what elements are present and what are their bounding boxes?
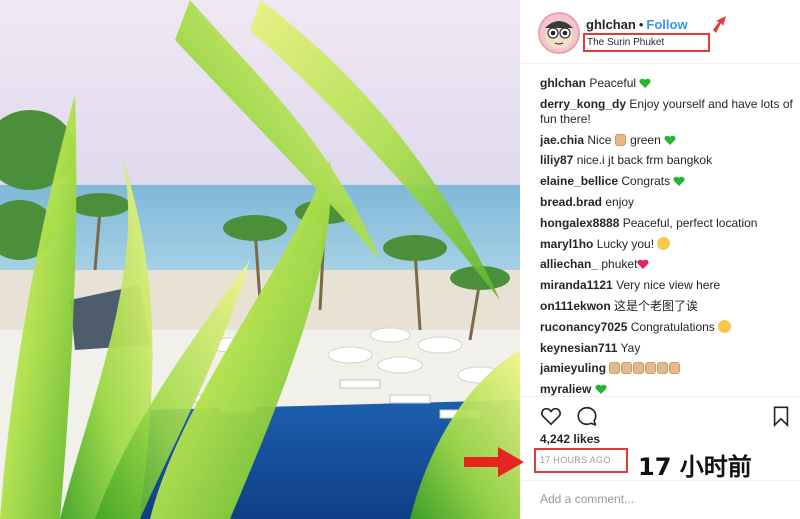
comment-username[interactable]: maryl1ho — [540, 237, 593, 251]
bookmark-icon[interactable] — [770, 405, 792, 427]
thumbs-up-icon — [621, 362, 633, 375]
thumbs-up-icon — [645, 362, 657, 375]
comment-item: myraliew — [540, 382, 795, 396]
sunglasses-face-icon — [657, 236, 671, 250]
green-heart-icon — [639, 78, 651, 88]
thumbs-up-icon — [614, 133, 626, 146]
green-heart-icon — [595, 384, 607, 395]
smiling-face-icon — [718, 319, 732, 333]
comment-item: ghlchan Peaceful — [540, 76, 795, 91]
comment-text: Peaceful — [589, 76, 640, 90]
comment-text: Nice — [587, 132, 615, 147]
comment-username[interactable]: elaine_bellice — [540, 174, 618, 188]
likes-count[interactable]: 4,242 likes — [540, 432, 600, 446]
green-heart-icon — [673, 176, 685, 187]
comment-username[interactable]: on111ekwon — [540, 299, 611, 313]
annotation-arrow-icon — [713, 16, 726, 33]
comment-item: liliy87 nice.i jt back frm bangkok — [540, 153, 795, 168]
annotation-arrow-icon — [464, 447, 524, 477]
resort-photo-illustration — [0, 0, 520, 519]
comment-item: on111ekwon 这是个老图了诶 — [540, 299, 795, 314]
comment-text: Lucky you! — [596, 236, 658, 251]
comment-username[interactable]: alliechan_ — [540, 257, 598, 271]
comment-item: keynesian711 Yay — [540, 341, 795, 356]
green-heart-icon — [664, 135, 676, 145]
comment-text: Very nice view here — [616, 278, 721, 293]
comment-username[interactable]: jae.chia — [540, 133, 584, 147]
post-username[interactable]: ghlchan — [586, 17, 636, 32]
comment-text: Yay — [620, 340, 641, 355]
comment-username[interactable]: keynesian711 — [540, 341, 617, 355]
add-comment-area — [520, 480, 800, 519]
comment-text: Congrats — [621, 174, 674, 189]
post-photo[interactable] — [0, 0, 520, 519]
timestamp-annotation: 17 小时前 — [638, 453, 752, 481]
speech-bubble-icon[interactable] — [576, 405, 598, 427]
post-timestamp[interactable]: 17 HOURS AGO — [534, 448, 628, 473]
comment-item: alliechan_ phuket — [540, 257, 795, 272]
comment-text: Peaceful, perfect location — [622, 215, 758, 230]
comment-text: Congratulations — [630, 319, 719, 334]
comment-username[interactable]: bread.brad — [540, 195, 602, 209]
username-row: ghlchan • Follow — [586, 17, 688, 32]
comment-username[interactable]: liliy87 — [540, 153, 573, 167]
follow-button[interactable]: Follow — [646, 17, 687, 32]
add-comment-input[interactable] — [540, 489, 780, 509]
comment-text: enjoy — [605, 194, 635, 209]
comment-username[interactable]: hongalex8888 — [540, 216, 619, 230]
comment-username[interactable]: ruconancy7025 — [540, 320, 627, 334]
location-link[interactable]: The Surin Phuket — [583, 33, 710, 52]
thumbs-up-icon — [609, 362, 621, 375]
post-header: ghlchan • Follow The Surin Phuket — [520, 0, 800, 64]
comment-username[interactable]: myraliew — [540, 382, 591, 396]
comment-item: hongalex8888 Peaceful, perfect location — [540, 216, 795, 231]
avatar[interactable] — [538, 12, 580, 54]
comment-username[interactable]: ghlchan — [540, 76, 586, 90]
comment-username[interactable]: miranda1121 — [540, 278, 613, 292]
comment-item: jamieyuling — [540, 361, 795, 376]
thumbs-up-icon — [657, 362, 669, 375]
red-heart-icon — [637, 260, 649, 270]
thumbs-up-icon — [669, 362, 681, 375]
comment-item: elaine_bellice Congrats — [540, 174, 795, 189]
separator-dot: • — [638, 17, 644, 32]
comment-username[interactable]: jamieyuling — [540, 361, 606, 375]
comment-text: nice.i jt back frm bangkok — [576, 153, 713, 168]
comment-item: bread.brad enjoy — [540, 195, 795, 210]
thumbs-up-icon — [633, 362, 645, 375]
heart-outline-icon[interactable] — [540, 405, 562, 427]
action-bar — [520, 396, 800, 436]
comment-item: derry_kong_dy Enjoy yourself and have lo… — [540, 97, 795, 127]
comment-item: ruconancy7025 Congratulations — [540, 319, 795, 335]
comments-list: ghlchan Peaceful derry_kong_dy Enjoy you… — [540, 76, 795, 396]
comment-item: jae.chia Nice green — [540, 133, 795, 148]
comment-text-extra: green — [630, 132, 661, 147]
comment-text: 这是个老图了诶 — [614, 298, 699, 313]
comment-item: miranda1121 Very nice view here — [540, 278, 795, 293]
comment-item: maryl1ho Lucky you! — [540, 236, 795, 252]
comment-username[interactable]: derry_kong_dy — [540, 97, 626, 111]
post-details-panel: ghlchan • Follow The Surin Phuket ghlchan … — [464, 0, 800, 519]
comment-text: phuket — [601, 257, 638, 272]
